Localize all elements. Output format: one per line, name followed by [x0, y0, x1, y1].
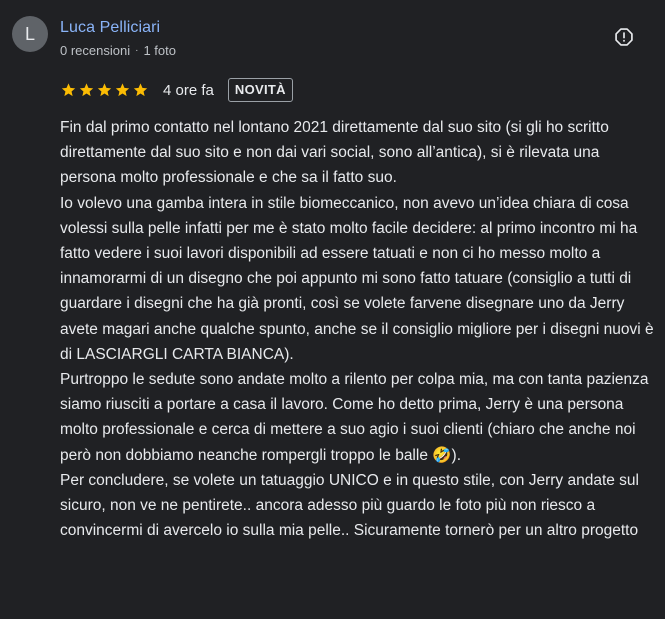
star-icon	[133, 83, 148, 97]
star-icon	[79, 83, 94, 97]
star-icon	[115, 83, 130, 97]
review-text: Fin dal primo contatto nel lontano 2021 …	[60, 119, 654, 540]
photos-count: 1 foto	[143, 43, 176, 58]
meta-separator: ·	[135, 45, 139, 56]
review-time: 4 ore fa	[163, 81, 214, 99]
new-badge: NOVITÀ	[227, 78, 293, 102]
author-meta: 0 recensioni · 1 foto	[60, 43, 176, 58]
star-icon	[97, 83, 112, 97]
author-name[interactable]: Luca Pelliciari	[60, 19, 160, 37]
reviews-count: 0 recensioni	[60, 43, 131, 58]
star-rating	[60, 82, 149, 98]
report-flag-icon	[615, 28, 633, 46]
review-card: L Luca Pelliciari 0 recensioni · 1 foto …	[0, 0, 665, 619]
star-icon	[61, 83, 76, 97]
avatar-initial: L	[24, 23, 35, 44]
rating-row: 4 ore fa NOVITÀ	[60, 77, 293, 103]
report-button[interactable]	[612, 25, 636, 49]
avatar[interactable]: L	[12, 16, 48, 52]
